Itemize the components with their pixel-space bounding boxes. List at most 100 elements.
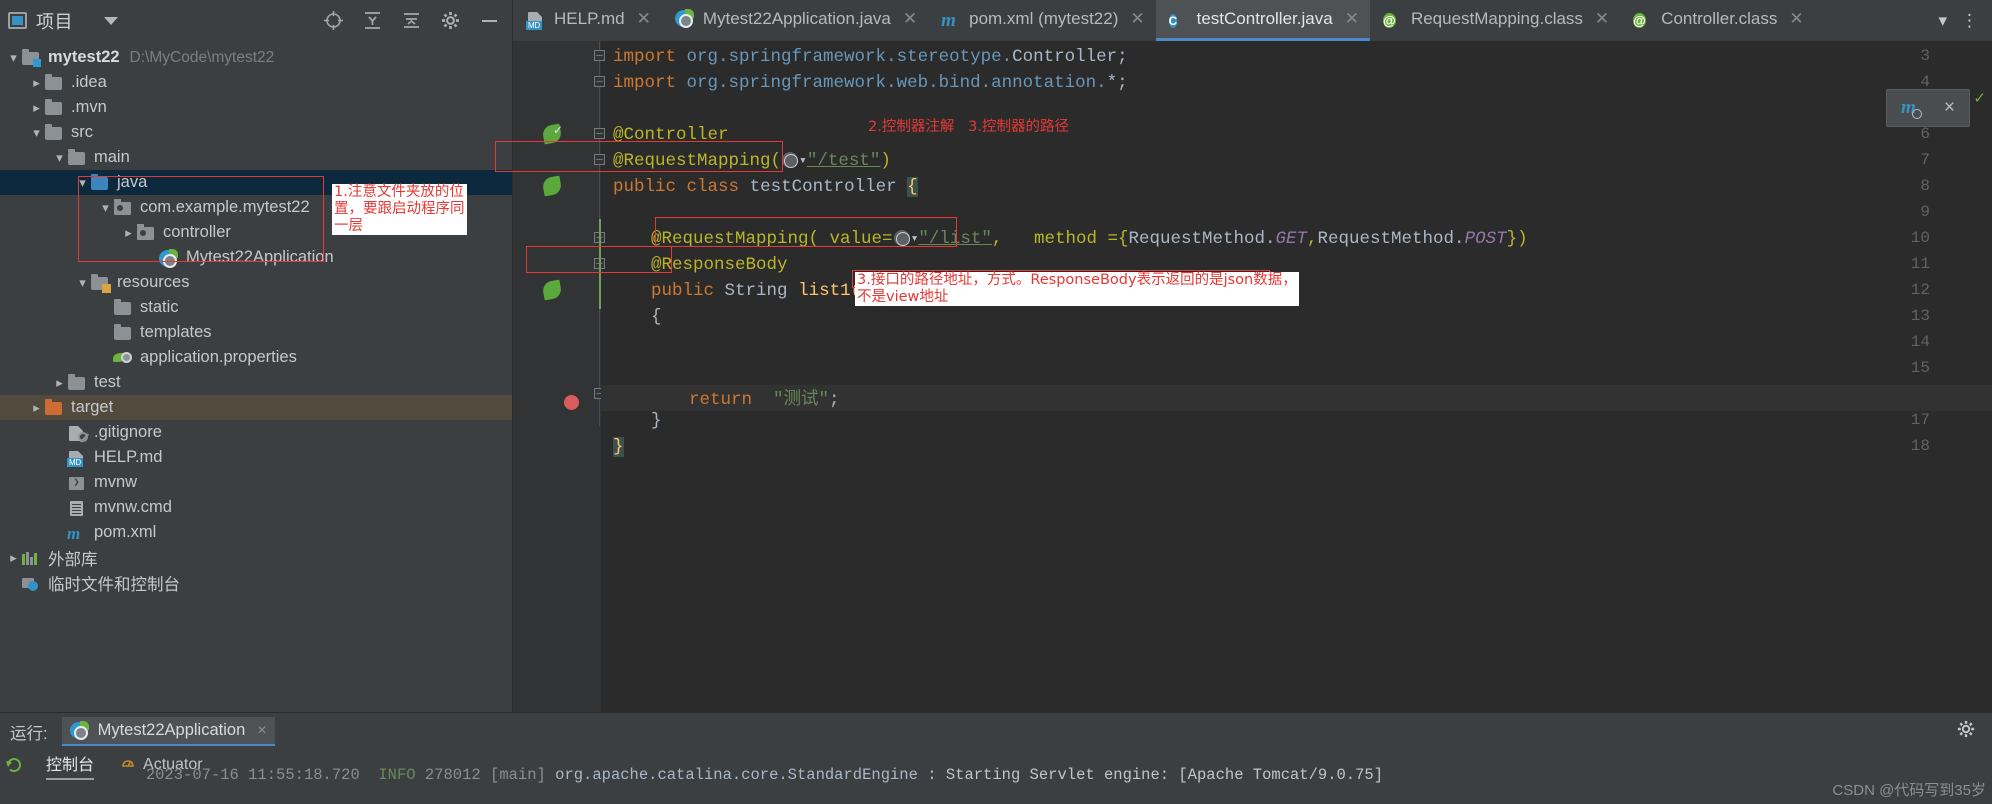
tab-pom-xml[interactable]: m pom.xml (mytest22) ✕ [928,0,1156,41]
chevron-right-icon[interactable]: ▸ [52,375,67,391]
gear-icon[interactable] [440,10,461,31]
tree-row[interactable]: ▸ test [0,370,512,395]
markdown-icon: MD [67,449,87,467]
web-endpoint-icon[interactable] [782,152,799,168]
chevron-right-icon[interactable]: ▸ [6,550,21,566]
tab-console[interactable]: 控制台 [46,751,95,780]
code-line: @ResponseBody [651,255,788,275]
log-message: Starting Servlet engine: [Apache Tomcat/… [945,766,1384,784]
project-tool-window: 项目 ▾ mytest22 D:\MyCode\mytest22 ▸ .idea… [0,0,513,712]
close-icon[interactable]: ✕ [1345,9,1359,29]
folder-target-icon [44,399,64,416]
run-panel-label: 运行: [10,724,48,743]
code-content[interactable]: import org.springframework.stereotype.Co… [601,41,1992,712]
tree-item-label: test [94,373,121,391]
chevron-down-icon[interactable]: ▾ [6,50,21,66]
tree-row[interactable]: ▸ static [0,295,512,320]
tree-row[interactable]: ▸ ❯ mvnw [0,470,512,495]
chevron-right-icon[interactable]: ▸ [121,225,136,241]
breakpoint-icon[interactable] [564,395,579,410]
collapse-all-icon[interactable] [362,10,383,31]
close-icon[interactable]: ✕ [1789,9,1803,29]
tree-item-label: main [94,148,130,166]
tree-row[interactable]: ▸ application.properties [0,345,512,370]
tree-item-label: pom.xml [94,523,157,541]
run-tool-window: 运行: Mytest22Application × 控制台 Actuator 2… [0,712,1992,804]
spacer: ▸ [98,300,113,316]
comma: , [991,229,1003,249]
rerun-icon[interactable] [4,755,24,780]
tree-row[interactable]: ▸ mvnw.cmd [0,495,512,520]
chevron-down-icon[interactable]: ▾ [29,125,44,141]
spring-bean-gutter-icon[interactable] [541,175,563,197]
folder-icon [67,149,87,166]
chevron-down-icon[interactable]: ▾ [75,175,90,191]
close-icon[interactable]: ✕ [903,9,917,29]
log-separator: : [927,766,937,784]
web-endpoint-icon[interactable] [893,230,910,246]
tree-row[interactable]: ▸ MD HELP.md [0,445,512,470]
chevron-down-icon[interactable]: ▾ [1938,11,1947,31]
log-thread: [main] [490,766,546,784]
tree-row-target[interactable]: ▸ target [0,395,512,420]
spring-bean-gutter-icon[interactable] [541,279,563,301]
tab-controller-class[interactable]: @ Controller.class ✕ [1620,0,1814,41]
locate-icon[interactable] [323,10,344,31]
spring-boot-icon [674,8,695,29]
maven-reload-icon[interactable]: m [1901,97,1922,119]
project-title-group[interactable]: 项目 [8,8,118,34]
chevron-down-icon[interactable]: ▾ [98,200,113,216]
expand-icon[interactable] [401,10,422,31]
tree-row-scratches[interactable]: ▸ 临时文件和控制台 [0,570,512,595]
close-icon[interactable]: ✕ [637,9,651,29]
chevron-down-icon[interactable]: ▾ [52,150,67,166]
chevron-down-icon[interactable]: ▾ [75,275,90,291]
close-icon[interactable]: ✕ [1130,9,1144,29]
tree-row-application[interactable]: ▸ Mytest22Application [0,245,512,270]
more-vertical-icon[interactable]: ⋮ [1961,11,1978,31]
tree-row[interactable]: ▾ src [0,120,512,145]
code-line: public String list1() [651,281,872,301]
gear-icon[interactable] [1956,719,1976,744]
close-icon[interactable]: ✕ [1595,9,1609,29]
tree-row[interactable]: ▸ templates [0,320,512,345]
project-file-tree[interactable]: ▾ mytest22 D:\MyCode\mytest22 ▸ .idea ▸ … [0,41,512,595]
annotation-requestmapping: @RequestMapping [651,229,809,249]
close-icon[interactable]: × [257,722,266,740]
minimize-icon[interactable] [479,10,500,31]
tree-item-label: target [71,398,114,416]
comma: , [1307,229,1318,249]
tree-row-external-libraries[interactable]: ▸ 外部库 [0,545,512,570]
spring-bean-gutter-icon[interactable]: ✓ [541,123,563,145]
tab-help-md[interactable]: MD HELP.md ✕ [513,0,662,41]
close-icon[interactable]: × [1944,97,1955,119]
tab-requestmapping-class[interactable]: @ RequestMapping.class ✕ [1370,0,1620,41]
run-configuration-tab[interactable]: Mytest22Application × [61,717,275,746]
chevron-right-icon[interactable]: ▸ [29,75,44,91]
spacer: ▸ [144,250,159,266]
chevron-right-icon[interactable]: ▸ [29,400,44,416]
inspection-status-icon[interactable]: ✓ [1973,89,1986,107]
code-editor[interactable]: 3 4 5 6 7 8 9 10 11 12 13 14 15 16 17 18… [513,41,1992,712]
chevron-down-icon[interactable] [104,16,118,25]
maven-reload-widget[interactable]: m × [1886,89,1970,127]
method-param: method = [1033,229,1118,249]
tab-mytest22application-java[interactable]: Mytest22Application.java ✕ [662,0,928,41]
tree-row[interactable]: ▾ main [0,145,512,170]
tree-row[interactable]: ▸ .gitignore [0,420,512,445]
tree-row[interactable]: ▾ mytest22 D:\MyCode\mytest22 [0,45,512,70]
tree-item-label: com.example.mytest22 [140,198,310,216]
tab-testcontroller-java[interactable]: C testController.java ✕ [1155,0,1370,41]
gitignore-icon [67,424,88,442]
editor-tab-bar: MD HELP.md ✕ Mytest22Application.java ✕ … [513,0,1992,41]
tree-row[interactable]: ▸ .mvn [0,95,512,120]
tree-row[interactable]: ▸ m pom.xml [0,520,512,545]
tab-label: Controller.class [1661,9,1778,28]
enum-get: GET [1275,229,1308,249]
chevron-down-icon[interactable]: ▾ [799,153,807,168]
chevron-right-icon[interactable]: ▸ [29,100,44,116]
tree-row[interactable]: ▾ resources [0,270,512,295]
code-line: } [651,411,662,431]
paren-open: ( [770,151,782,171]
tree-row[interactable]: ▸ .idea [0,70,512,95]
